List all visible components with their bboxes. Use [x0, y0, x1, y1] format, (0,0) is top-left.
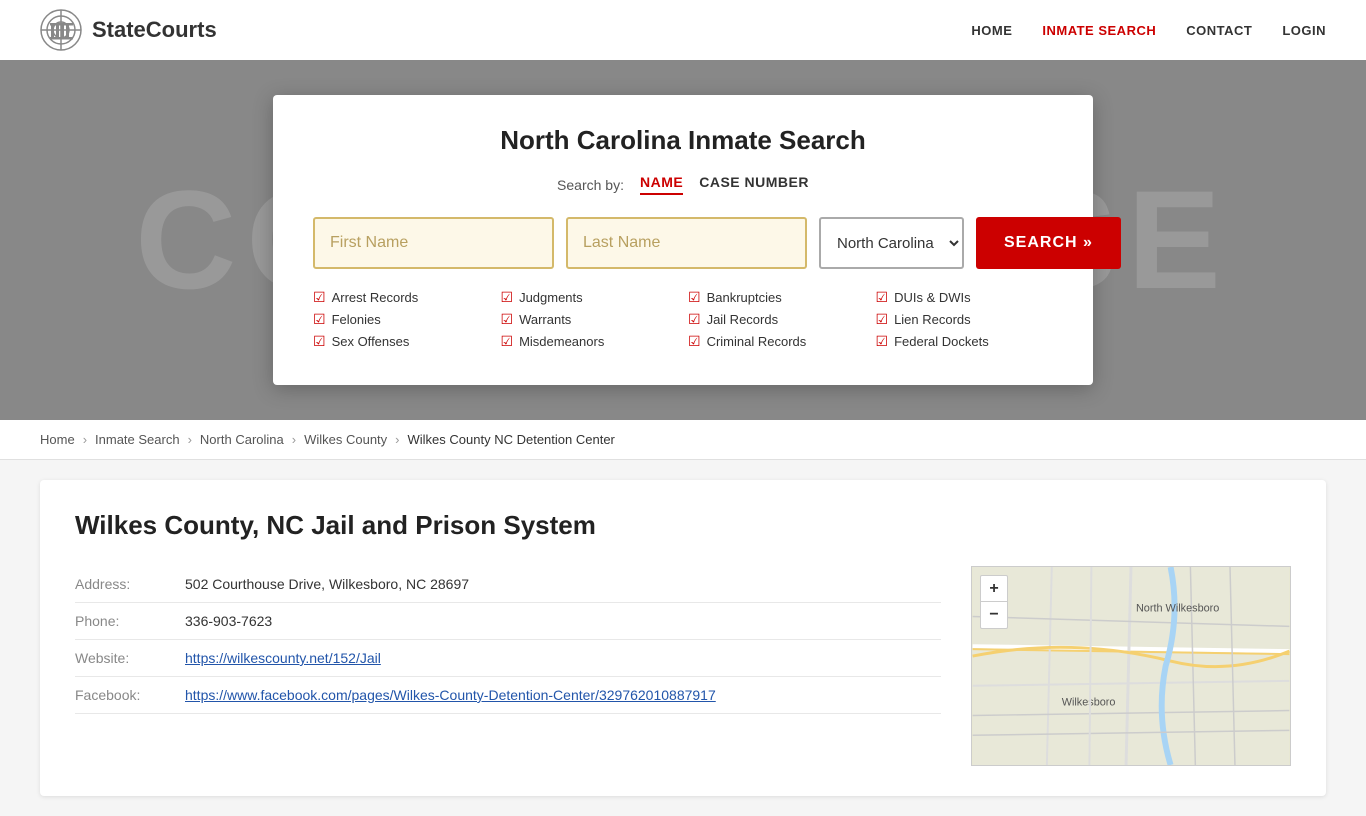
nav-contact[interactable]: CONTACT [1186, 23, 1252, 38]
address-label: Address: [75, 576, 165, 592]
facebook-link[interactable]: https://www.facebook.com/pages/Wilkes-Co… [185, 687, 716, 703]
breadcrumb-link[interactable]: Wilkes County [304, 432, 387, 447]
nav-login[interactable]: LOGIN [1282, 23, 1326, 38]
nav-inmate-search[interactable]: INMATE SEARCH [1042, 23, 1156, 38]
checkmark-icon: ☑ [688, 333, 701, 350]
check-label: DUIs & DWIs [894, 290, 971, 305]
checkmark-icon: ☑ [876, 289, 889, 306]
checkmark-icon: ☑ [876, 311, 889, 328]
hero-section: COURTHOUSE North Carolina Inmate Search … [0, 60, 1366, 420]
website-label: Website: [75, 650, 165, 666]
check-item: ☑ Lien Records [876, 311, 1054, 328]
breadcrumb-separator: › [395, 432, 399, 447]
checkmark-icon: ☑ [688, 289, 701, 306]
checkmarks-grid: ☑ Arrest Records ☑ Judgments ☑ Bankruptcies ☑ D… [313, 289, 1053, 350]
checkmark-icon: ☑ [313, 289, 326, 306]
address-row: Address: 502 Courthouse Drive, Wilkesbor… [75, 566, 941, 603]
check-label: Criminal Records [707, 334, 807, 349]
check-item: ☑ DUIs & DWIs [876, 289, 1054, 306]
search-by-label: Search by: [557, 177, 624, 193]
map-zoom-in[interactable]: + [981, 576, 1007, 602]
check-item: ☑ Sex Offenses [313, 333, 491, 350]
tab-name[interactable]: NAME [640, 174, 683, 195]
check-item: ☑ Jail Records [688, 311, 866, 328]
check-label: Sex Offenses [332, 334, 410, 349]
address-value: 502 Courthouse Drive, Wilkesboro, NC 286… [185, 576, 469, 592]
check-label: Federal Dockets [894, 334, 989, 349]
breadcrumb: Home › Inmate Search › North Carolina › Wilkes… [0, 420, 1366, 460]
check-item: ☑ Judgments [501, 289, 679, 306]
check-item: ☑ Criminal Records [688, 333, 866, 350]
breadcrumb-link[interactable]: North Carolina [200, 432, 284, 447]
check-label: Bankruptcies [707, 290, 782, 305]
phone-value: 336-903-7623 [185, 613, 272, 629]
breadcrumb-separator: › [292, 432, 296, 447]
content-layout: Address: 502 Courthouse Drive, Wilkesbor… [75, 566, 1291, 766]
logo-icon [40, 9, 82, 51]
breadcrumb-link[interactable]: Inmate Search [95, 432, 180, 447]
breadcrumb-separator: › [83, 432, 87, 447]
phone-label: Phone: [75, 613, 165, 629]
checkmark-icon: ☑ [688, 311, 701, 328]
state-select[interactable]: North Carolina [819, 217, 964, 269]
checkmark-icon: ☑ [501, 311, 514, 328]
check-label: Arrest Records [332, 290, 419, 305]
checkmark-icon: ☑ [313, 333, 326, 350]
facebook-label: Facebook: [75, 687, 165, 703]
website-link[interactable]: https://wilkescounty.net/152/Jail [185, 650, 381, 666]
last-name-input[interactable] [566, 217, 807, 269]
svg-text:North Wilkesboro: North Wilkesboro [1136, 603, 1219, 615]
check-item: ☑ Warrants [501, 311, 679, 328]
check-item: ☑ Arrest Records [313, 289, 491, 306]
search-button[interactable]: SEARCH » [976, 217, 1121, 269]
breadcrumb-current: Wilkes County NC Detention Center [408, 432, 615, 447]
first-name-input[interactable] [313, 217, 554, 269]
breadcrumb-link[interactable]: Home [40, 432, 75, 447]
content-card: Wilkes County, NC Jail and Prison System… [40, 480, 1326, 796]
svg-text:Wilkesboro: Wilkesboro [1062, 697, 1116, 709]
checkmark-icon: ☑ [876, 333, 889, 350]
facility-title: Wilkes County, NC Jail and Prison System [75, 510, 1291, 541]
search-inputs-row: North Carolina SEARCH » [313, 217, 1053, 269]
phone-row: Phone: 336-903-7623 [75, 603, 941, 640]
info-side: Address: 502 Courthouse Drive, Wilkesbor… [75, 566, 941, 766]
check-label: Warrants [519, 312, 571, 327]
search-card-title: North Carolina Inmate Search [313, 125, 1053, 156]
checkmark-icon: ☑ [313, 311, 326, 328]
check-label: Jail Records [707, 312, 779, 327]
site-header: StateCourts HOME INMATE SEARCH CONTACT L… [0, 0, 1366, 60]
map-controls: + − [980, 575, 1008, 629]
map-zoom-out[interactable]: − [981, 602, 1007, 628]
map-side: + − [971, 566, 1291, 766]
logo-text: StateCourts [92, 17, 217, 43]
search-by-row: Search by: NAME CASE NUMBER [313, 174, 1053, 195]
tab-case-number[interactable]: CASE NUMBER [699, 174, 809, 195]
logo-link[interactable]: StateCourts [40, 9, 217, 51]
check-item: ☑ Federal Dockets [876, 333, 1054, 350]
check-label: Felonies [332, 312, 381, 327]
facebook-row: Facebook: https://www.facebook.com/pages… [75, 677, 941, 714]
map-container[interactable]: + − [971, 566, 1291, 766]
checkmark-icon: ☑ [501, 333, 514, 350]
main-content: Wilkes County, NC Jail and Prison System… [0, 460, 1366, 816]
check-item: ☑ Misdemeanors [501, 333, 679, 350]
check-label: Judgments [519, 290, 583, 305]
check-label: Misdemeanors [519, 334, 604, 349]
check-item: ☑ Bankruptcies [688, 289, 866, 306]
main-nav: HOME INMATE SEARCH CONTACT LOGIN [971, 23, 1326, 38]
check-label: Lien Records [894, 312, 971, 327]
map-svg: North Wilkesboro Wilkesboro [972, 567, 1290, 765]
website-row: Website: https://wilkescounty.net/152/Ja… [75, 640, 941, 677]
nav-home[interactable]: HOME [971, 23, 1012, 38]
checkmark-icon: ☑ [501, 289, 514, 306]
search-card: North Carolina Inmate Search Search by: … [273, 95, 1093, 385]
check-item: ☑ Felonies [313, 311, 491, 328]
breadcrumb-separator: › [188, 432, 192, 447]
